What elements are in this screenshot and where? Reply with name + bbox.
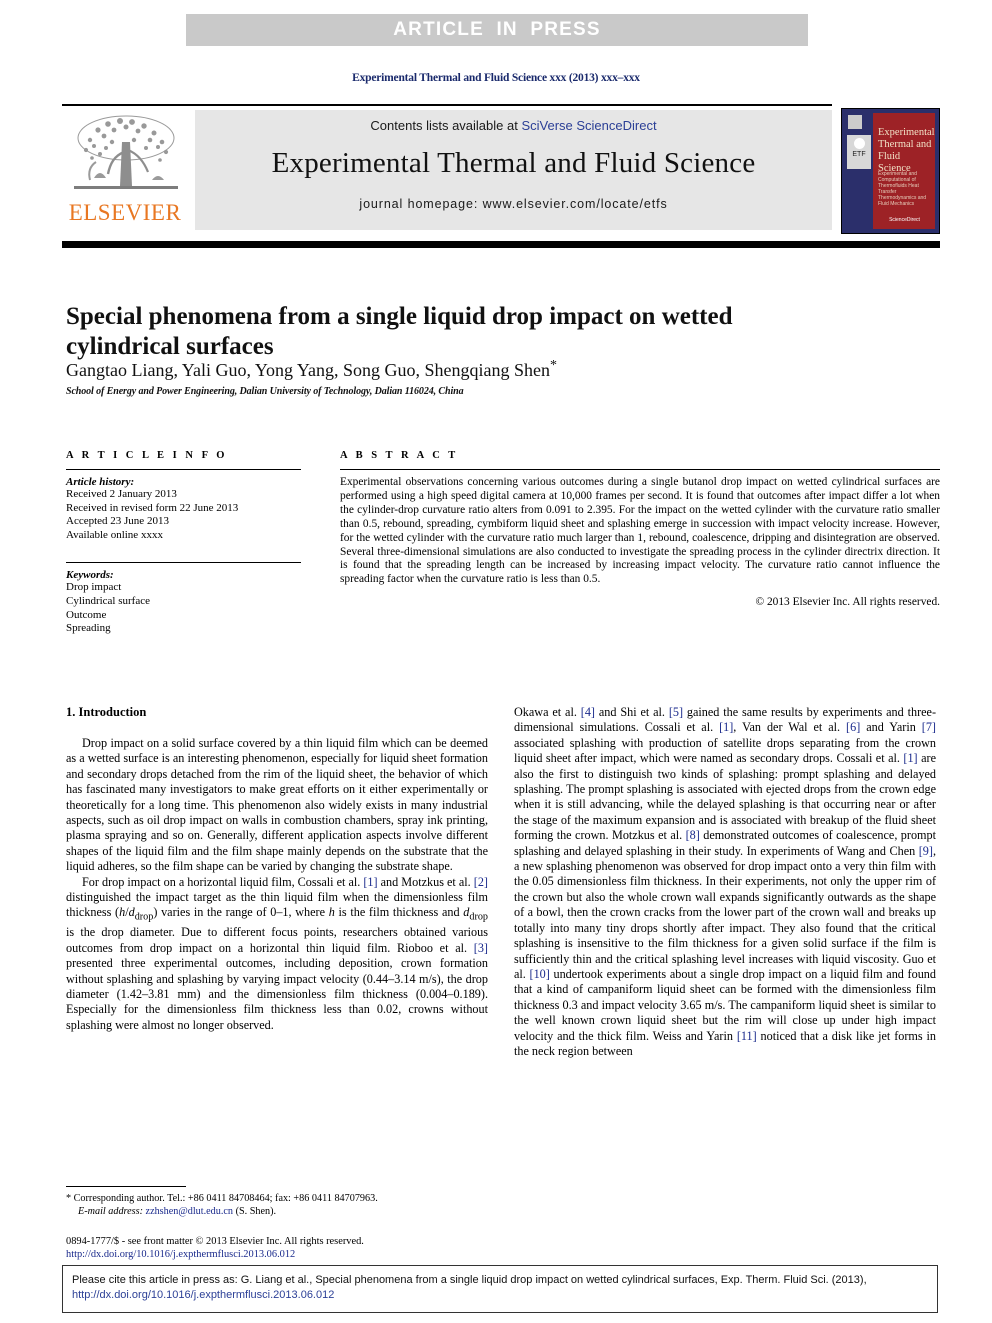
citation-ref[interactable]: [1] (719, 720, 733, 734)
citation-ref[interactable]: [11] (737, 1029, 757, 1043)
citation-ref[interactable]: [1] (903, 751, 917, 765)
affiliation: School of Energy and Power Engineering, … (66, 386, 464, 397)
corresponding-author-marker: * (550, 358, 558, 373)
abstract-column: A B S T R A C T Experimental observation… (340, 450, 940, 608)
cover-logo-square (848, 115, 862, 129)
issn-block: 0894-1777/$ - see front matter © 2013 El… (66, 1236, 526, 1261)
header-thick-rule (62, 241, 940, 248)
issn-line: 0894-1777/$ - see front matter © 2013 El… (66, 1236, 364, 1247)
section-heading-introduction: 1. Introduction (66, 705, 147, 719)
article-info-heading: A R T I C L E I N F O (66, 450, 228, 461)
article-in-press-label: ARTICLE IN PRESS (393, 19, 601, 40)
corresponding-author-note: * Corresponding author. Tel.: +86 0411 8… (66, 1193, 488, 1206)
abstract-copyright: © 2013 Elsevier Inc. All rights reserved… (755, 596, 940, 609)
author-list: Gangtao Liang, Yali Guo, Yong Yang, Song… (66, 358, 866, 381)
footnote-rule (66, 1186, 186, 1187)
history-item: Received 2 January 2013 (66, 488, 177, 500)
cover-etf-badge: ETF (847, 135, 871, 169)
journal-header-panel: Contents lists available at SciVerse Sci… (195, 110, 832, 230)
abstract-rule (340, 469, 940, 470)
cite-doi-link[interactable]: http://dx.doi.org/10.1016/j.expthermflus… (72, 1289, 334, 1301)
keywords-rule (66, 562, 301, 564)
header-top-rule (62, 104, 832, 106)
citation-ref[interactable]: [8] (686, 828, 700, 842)
history-item: Available online xxxx (66, 528, 163, 541)
body-column-left: 1. Introduction Drop impact on a solid s… (66, 705, 488, 1033)
running-head: Experimental Thermal and Fluid Science x… (352, 72, 640, 84)
citation-ref[interactable]: [2] (474, 875, 488, 889)
keyword-item: Outcome (66, 608, 107, 621)
article-info-column: A R T I C L E I N F O Article history: R… (66, 450, 301, 636)
contents-available-line: Contents lists available at SciVerse Sci… (370, 118, 656, 133)
keywords-block: Keywords: Drop impact Cylindrical surfac… (66, 569, 301, 635)
abstract-heading: A B S T R A C T (340, 450, 459, 461)
journal-cover-thumbnail: ETF Experimental Thermal and Fluid Scien… (841, 108, 940, 234)
tree-svg (74, 115, 178, 189)
sciencedirect-link[interactable]: SciVerse ScienceDirect (521, 118, 656, 133)
email-link[interactable]: zzhshen@dlut.edu.cn (146, 1206, 233, 1217)
journal-title: Experimental Thermal and Fluid Science (271, 147, 756, 179)
article-info-rule (66, 469, 301, 470)
paragraph: Drop impact on a solid surface covered b… (66, 736, 488, 874)
elsevier-logo: ELSEVIER (64, 112, 186, 230)
paper-page: ARTICLE IN PRESS Experimental Thermal an… (0, 0, 992, 1323)
citation-ref[interactable]: [3] (474, 941, 488, 955)
page-title: Special phenomena from a single liquid d… (66, 302, 733, 360)
keyword-item: Spreading (66, 622, 111, 635)
journal-homepage[interactable]: journal homepage: www.elsevier.com/locat… (359, 197, 667, 211)
contents-prefix: Contents lists available at (370, 118, 522, 133)
elsevier-wordmark: ELSEVIER (68, 200, 182, 225)
doi-link[interactable]: http://dx.doi.org/10.1016/j.expthermflus… (66, 1249, 295, 1260)
keyword-item: Drop impact (66, 581, 122, 594)
cover-title: Experimental Thermal and Fluid Science (878, 127, 935, 174)
citation-ref[interactable]: [10] (530, 967, 550, 981)
footnote-block: * Corresponding author. Tel.: +86 0411 8… (66, 1186, 488, 1218)
body-column-right: Okawa et al. [4] and Shi et al. [5] gain… (514, 705, 936, 1059)
citation-ref[interactable]: [5] (669, 705, 683, 719)
footnote-star: * (66, 1193, 72, 1204)
elsevier-tree-icon (70, 112, 182, 200)
corresponding-author-text: Corresponding author. Tel.: +86 0411 847… (73, 1193, 378, 1204)
keywords-label: Keywords: (66, 569, 114, 582)
keyword-item: Cylindrical surface (66, 594, 150, 607)
citation-ref[interactable]: [6] (846, 720, 860, 734)
cover-subtitle: Experimental and Computational of Thermo… (878, 171, 927, 207)
history-item: Accepted 23 June 2013 (66, 515, 169, 528)
cover-bottom-label: ScienceDirect (889, 217, 920, 223)
cite-box: Please cite this article in press as: G.… (62, 1265, 938, 1313)
citation-ref[interactable]: [4] (581, 705, 595, 719)
citation-ref[interactable]: [1] (363, 875, 377, 889)
abstract-text: Experimental observations concerning var… (340, 476, 940, 586)
history-item: Received in revised form 22 June 2013 (66, 501, 239, 514)
journal-header: ELSEVIER Contents lists available at Sci… (62, 104, 940, 234)
cover-etf-label: ETF (852, 151, 866, 158)
cover-dot-icon (853, 138, 865, 149)
article-history-label: Article history: (66, 476, 135, 488)
author-names: Gangtao Liang, Yali Guo, Yong Yang, Song… (66, 360, 551, 380)
email-label: E-mail address: (78, 1205, 143, 1217)
email-suffix: (S. Shen). (235, 1205, 277, 1217)
paragraph: Okawa et al. [4] and Shi et al. [5] gain… (514, 705, 937, 1058)
article-in-press-banner: ARTICLE IN PRESS (186, 14, 808, 46)
cite-text: Please cite this article in press as: G.… (72, 1274, 867, 1286)
citation-ref[interactable]: [7] (922, 720, 936, 734)
paragraph: For drop impact on a horizontal liquid f… (66, 874, 488, 1032)
email-note: E-mail address: zzhshen@dlut.edu.cn (S. … (66, 1206, 488, 1219)
citation-ref[interactable]: [9] (919, 844, 933, 858)
